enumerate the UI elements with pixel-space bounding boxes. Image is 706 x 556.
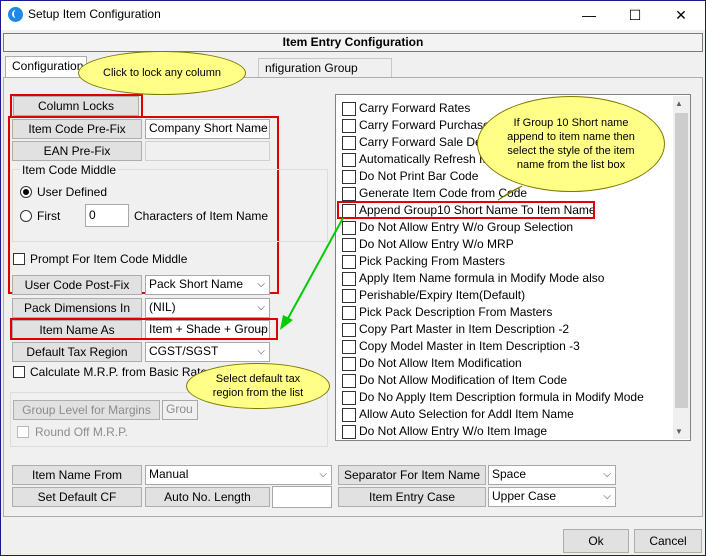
tax-callout: Select default tax region from the list [186, 363, 330, 409]
group10-callout: If Group 10 Short name append to item na… [477, 96, 665, 192]
lock-callout: Click to lock any column [78, 51, 246, 95]
